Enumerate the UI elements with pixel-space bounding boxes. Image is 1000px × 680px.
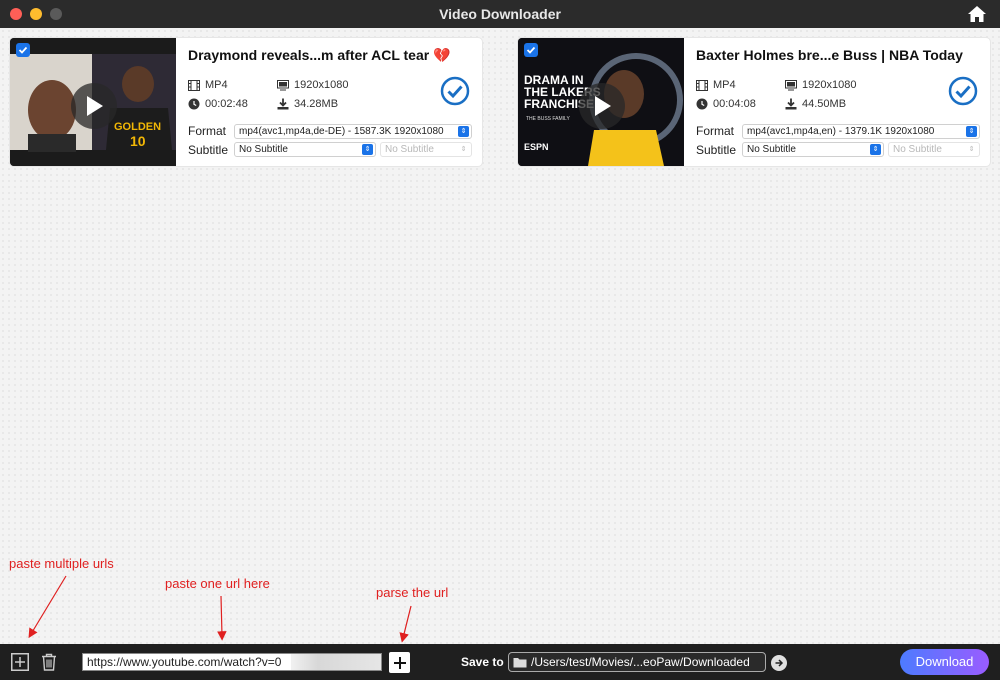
minimize-window-button[interactable]: [30, 8, 42, 20]
bottom-toolbar: https://www.youtube.com/watch?v=0 Save t…: [0, 644, 1000, 680]
parse-url-button[interactable]: [389, 652, 410, 673]
close-window-button[interactable]: [10, 8, 22, 20]
download-button[interactable]: Download: [900, 649, 989, 675]
trash-icon[interactable]: [40, 653, 58, 671]
save-to-label: Save to: [461, 655, 504, 669]
play-icon[interactable]: [71, 83, 117, 129]
window-title: Video Downloader: [439, 6, 561, 22]
maximize-window-button[interactable]: [50, 8, 62, 20]
window-controls: [10, 8, 62, 20]
title-bar: Video Downloader: [0, 0, 1000, 28]
url-input[interactable]: https://www.youtube.com/watch?v=0: [82, 653, 382, 671]
annotation-arrows: [28, 575, 412, 643]
add-multiple-urls-icon[interactable]: [11, 653, 29, 671]
select-checkbox[interactable]: [524, 43, 538, 57]
save-path-field[interactable]: /Users/test/Movies/...eoPaw/Downloaded: [508, 652, 766, 672]
home-icon[interactable]: [966, 4, 988, 24]
open-folder-arrow-icon[interactable]: [771, 655, 787, 671]
video-list-area: GOLDEN 10 Draymond reveals...m after ACL…: [0, 28, 1000, 644]
play-icon[interactable]: [579, 83, 625, 129]
folder-icon: [513, 658, 527, 668]
blurred-url-region: [291, 654, 381, 670]
select-checkbox[interactable]: [16, 43, 30, 57]
